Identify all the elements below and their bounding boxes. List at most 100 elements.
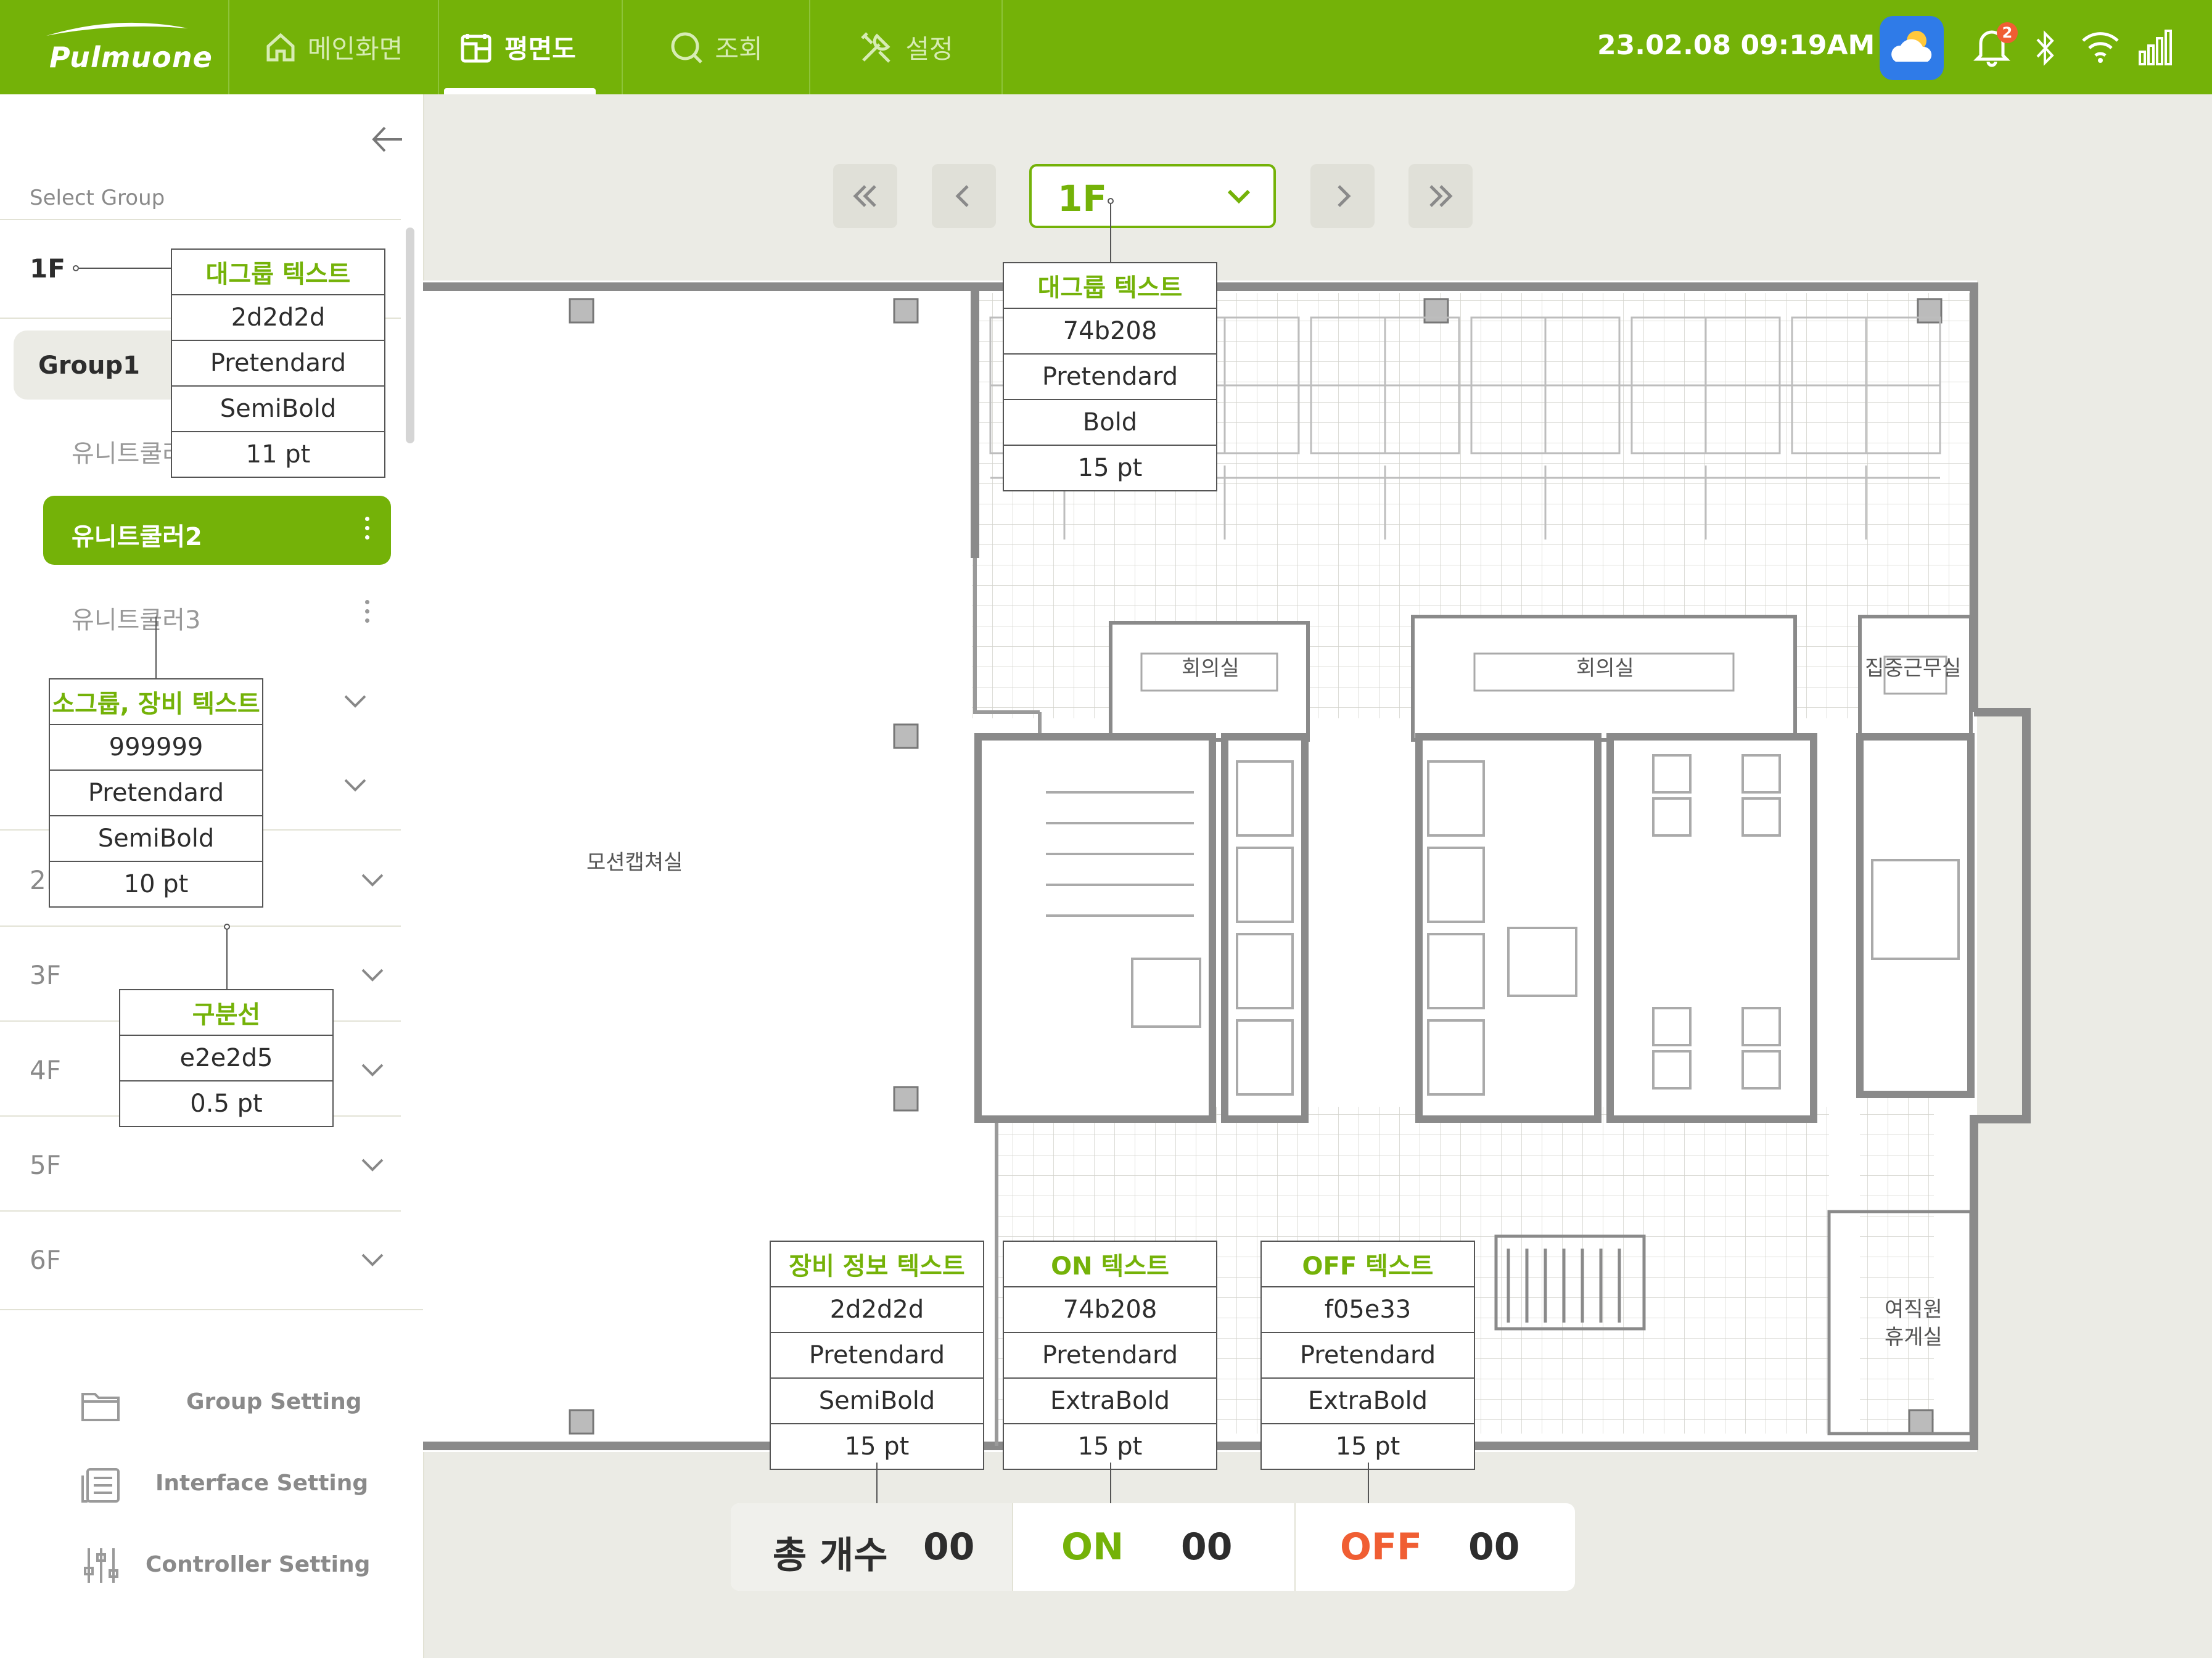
spec-title: ON 텍스트 bbox=[1051, 1252, 1169, 1281]
total-value: 00 bbox=[923, 1525, 975, 1569]
tab-search[interactable]: 조회 bbox=[622, 0, 810, 94]
back-arrow-icon[interactable] bbox=[369, 123, 406, 156]
unit-item-2[interactable]: 유니트쿨러2 bbox=[43, 496, 391, 565]
spec-color: 2d2d2d bbox=[172, 294, 384, 340]
wifi-icon[interactable] bbox=[2081, 30, 2120, 64]
floor-select-value: 1F bbox=[1058, 178, 1107, 220]
spec-divider: 구분선 e2e2d5 0.5 pt bbox=[119, 989, 334, 1127]
divider bbox=[0, 1309, 423, 1310]
off-value: 00 bbox=[1468, 1525, 1520, 1569]
spec-font: Pretendard bbox=[50, 769, 262, 815]
sliders-icon bbox=[84, 1548, 118, 1583]
tab-settings[interactable]: 설정 bbox=[810, 0, 1003, 94]
chevron-down-icon[interactable] bbox=[360, 872, 385, 889]
group-setting-button[interactable]: Group Setting bbox=[0, 1372, 423, 1434]
spec-font: Pretendard bbox=[771, 1332, 983, 1377]
chevron-down-icon[interactable] bbox=[360, 1157, 385, 1173]
spec-title: 소그룹, 장비 텍스트 bbox=[52, 690, 260, 718]
weather-icon[interactable] bbox=[1880, 16, 1944, 80]
tab-label: 평면도 bbox=[504, 34, 576, 64]
room-label: 회의실 bbox=[1576, 656, 1634, 681]
spec-group-text: 대그룹 텍스트 2d2d2d Pretendard SemiBold 11 pt bbox=[171, 248, 385, 478]
setting-label: Group Setting bbox=[186, 1389, 362, 1414]
list-icon bbox=[81, 1468, 120, 1503]
spec-font: Pretendard bbox=[1004, 1332, 1216, 1377]
chevron-down-icon bbox=[1227, 189, 1251, 204]
floorplan-icon bbox=[461, 33, 491, 62]
spec-weight: SemiBold bbox=[771, 1377, 983, 1423]
spec-size: 11 pt bbox=[172, 431, 384, 477]
on-count: ON 00 bbox=[1013, 1503, 1294, 1591]
double-chevron-left-icon bbox=[853, 185, 876, 207]
annotation-leader bbox=[226, 929, 228, 990]
controller-setting-button[interactable]: Controller Setting bbox=[0, 1535, 423, 1596]
floor-select[interactable]: 1F bbox=[1029, 164, 1276, 228]
spec-size: 15 pt bbox=[1262, 1423, 1474, 1469]
more-icon[interactable] bbox=[365, 600, 370, 627]
chevron-down-icon[interactable] bbox=[360, 1062, 385, 1078]
next-floor-button[interactable] bbox=[1310, 164, 1375, 228]
floor-item-1f[interactable]: 1F bbox=[30, 253, 65, 284]
brand-logo[interactable]: Pulmuone bbox=[0, 0, 229, 94]
tab-main[interactable]: 메인화면 bbox=[229, 0, 439, 94]
spec-size: 0.5 pt bbox=[120, 1080, 332, 1126]
on-value: 00 bbox=[1181, 1525, 1233, 1569]
chevron-down-icon[interactable] bbox=[360, 967, 385, 983]
unit-label: 유니트쿨러3 bbox=[72, 606, 201, 634]
chevron-down-icon[interactable] bbox=[360, 1252, 385, 1268]
top-bar: Pulmuone 메인화면 평면도 조회 설정 23.02.08 09:19AM… bbox=[0, 0, 2212, 94]
spec-subgroup-text: 소그룹, 장비 텍스트 999999 Pretendard SemiBold 1… bbox=[49, 678, 263, 908]
sidebar-scrollbar[interactable] bbox=[406, 228, 414, 443]
spec-weight: Bold bbox=[1004, 399, 1216, 445]
annotation-leader bbox=[79, 268, 171, 269]
divider bbox=[0, 219, 401, 220]
spec-font: Pretendard bbox=[1262, 1332, 1474, 1377]
select-group-title: Select Group bbox=[30, 186, 165, 210]
off-count: OFF 00 bbox=[1296, 1503, 1575, 1591]
room-label: 집중근무실 bbox=[1865, 656, 1961, 681]
spec-title: 대그룹 텍스트 bbox=[1037, 274, 1183, 302]
total-label: 총 개수 bbox=[773, 1534, 888, 1577]
divider bbox=[0, 925, 401, 927]
floor-item-6f[interactable]: 6F bbox=[30, 1245, 61, 1275]
chevron-left-icon bbox=[955, 185, 969, 207]
brand-name: Pulmuone bbox=[49, 41, 213, 74]
on-label: ON bbox=[1061, 1525, 1124, 1569]
spec-size: 10 pt bbox=[50, 861, 262, 906]
prev-floor-button[interactable] bbox=[932, 164, 996, 228]
spec-color: 74b208 bbox=[1004, 1286, 1216, 1332]
last-floor-button[interactable] bbox=[1408, 164, 1473, 228]
first-floor-button[interactable] bbox=[833, 164, 897, 228]
active-tab-indicator bbox=[444, 88, 596, 94]
chevron-right-icon bbox=[1338, 185, 1351, 207]
tab-label: 메인화면 bbox=[307, 34, 403, 64]
tab-label: 조회 bbox=[715, 34, 763, 64]
room-label: 휴게실 bbox=[1885, 1325, 1943, 1350]
chevron-down-icon[interactable] bbox=[343, 694, 368, 710]
floor-item-4f[interactable]: 4F bbox=[30, 1055, 61, 1085]
spec-on-text: ON 텍스트 74b208 Pretendard ExtraBold 15 pt bbox=[1003, 1241, 1217, 1470]
device-summary: 총 개수 00 ON 00 OFF 00 bbox=[731, 1503, 1575, 1591]
divider bbox=[0, 1210, 401, 1212]
chevron-down-icon[interactable] bbox=[343, 778, 368, 794]
setting-label: Interface Setting bbox=[155, 1471, 369, 1496]
spec-weight: SemiBold bbox=[50, 815, 262, 861]
room-label: 모션캡쳐실 bbox=[586, 850, 683, 875]
spec-size: 15 pt bbox=[1004, 1423, 1216, 1469]
bluetooth-icon[interactable] bbox=[2033, 28, 2057, 68]
notification-badge: 2 bbox=[1997, 22, 2018, 43]
floor-item-3f[interactable]: 3F bbox=[30, 960, 61, 990]
unit-label: 유니트쿨러2 bbox=[72, 523, 202, 551]
spec-color: 999999 bbox=[50, 724, 262, 769]
setting-label: Controller Setting bbox=[146, 1552, 371, 1577]
unit-item-3[interactable]: 유니트쿨러3 bbox=[43, 579, 391, 648]
spec-color: 74b208 bbox=[1004, 308, 1216, 353]
floor-item-5f[interactable]: 5F bbox=[30, 1150, 61, 1180]
tab-label: 설정 bbox=[905, 34, 953, 64]
spec-title: 장비 정보 텍스트 bbox=[789, 1252, 965, 1281]
interface-setting-button[interactable]: Interface Setting bbox=[0, 1453, 423, 1515]
more-icon[interactable] bbox=[365, 517, 370, 544]
datetime: 23.02.08 09:19AM bbox=[1597, 30, 1875, 61]
tools-icon bbox=[861, 31, 891, 63]
annotation-anchor bbox=[1108, 198, 1114, 204]
